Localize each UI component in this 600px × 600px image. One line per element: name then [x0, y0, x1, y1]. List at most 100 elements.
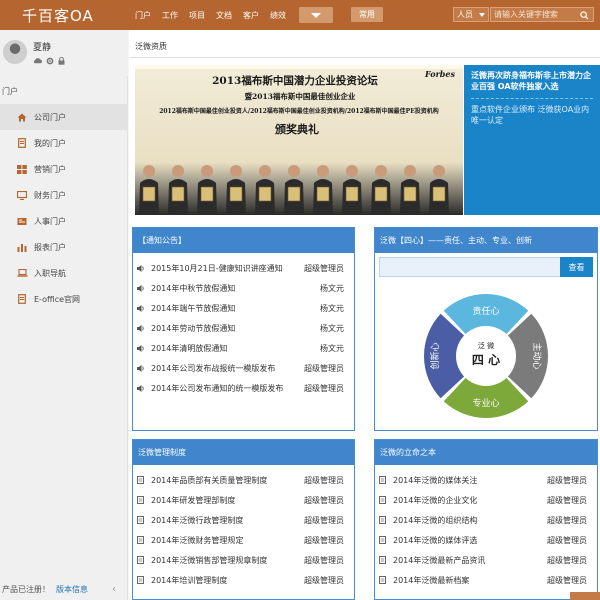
notice-title: 2014年公司发布战报统一模版发布	[151, 363, 276, 373]
people-icon	[16, 216, 28, 226]
person-head	[172, 165, 184, 177]
settings-icon[interactable]	[46, 57, 54, 65]
notice-title: 2014年中秋节放假通知	[151, 283, 236, 293]
sidebar-item-finance-portal[interactable]: 财务门户	[0, 182, 128, 208]
notice-author: 超级管理员	[304, 363, 344, 373]
document-icon	[379, 556, 391, 564]
nav-item-project[interactable]: 项目	[189, 10, 205, 21]
main-nav: 门户 工作 项目 文档 客户 绩效	[135, 0, 333, 30]
list-item[interactable]: 2014年公司发布通知的统一模版发布 超级管理员	[133, 378, 354, 398]
view-button[interactable]: 查看	[560, 257, 593, 277]
award-plaque	[403, 186, 417, 202]
notice-author: 杨文元	[320, 283, 344, 293]
app-logo[interactable]: 千百客OA	[22, 5, 94, 26]
list-item[interactable]: 2014年泛微的企业文化 超级管理员	[375, 490, 597, 510]
search-type-label: 人员	[457, 10, 473, 19]
banner-caption[interactable]: 泛微再次跻身福布斯非上市潜力企业百强 OA软件独家入选 重点软件企业颁布 泛微获…	[464, 65, 600, 215]
list-item[interactable]: 2014年中秋节放假通知 杨文元	[133, 278, 354, 298]
notice-author: 杨文元	[320, 303, 344, 313]
list-item[interactable]: 2014年泛微的媒体评选 超级管理员	[375, 530, 597, 550]
award-plaque	[258, 186, 272, 202]
nav-item-document[interactable]: 文档	[216, 10, 232, 21]
speaker-icon	[137, 304, 149, 312]
scroll-top-button[interactable]	[570, 592, 600, 600]
award-plaque	[142, 186, 156, 202]
nav-item-portal[interactable]: 门户	[135, 10, 151, 21]
main-content: 泛微资质 2013福布斯中国潜力企业投资论坛 Forbes 暨2013福布斯中国…	[129, 30, 600, 600]
search-icon[interactable]	[580, 11, 589, 20]
notice-panel-title: 【通知公告】	[133, 228, 354, 253]
sidebar-item-hr-portal[interactable]: 人事门户	[0, 208, 128, 234]
rule-author: 超级管理员	[304, 475, 344, 485]
foundation-author: 超级管理员	[547, 495, 587, 505]
sidebar-item-onboarding[interactable]: 入职导航	[0, 260, 128, 286]
sidebar-item-report-portal[interactable]: 报表门户	[0, 234, 128, 260]
award-plaque	[345, 186, 359, 202]
banner-carousel[interactable]: 2013福布斯中国潜力企业投资论坛 Forbes 暨2013福布斯中国最佳创业企…	[135, 65, 463, 215]
rule-title: 2014年泛微财务管理规定	[151, 535, 244, 545]
list-item[interactable]: 2014年劳动节放假通知 杨文元	[133, 318, 354, 338]
foundation-title: 2014年泛微的媒体关注	[393, 475, 478, 485]
list-item[interactable]: 2014年清明放假通知 杨文元	[133, 338, 354, 358]
list-item[interactable]: 2014年培训管理制度 超级管理员	[133, 570, 354, 590]
search-type-select[interactable]: 人员	[453, 7, 489, 22]
user-name[interactable]: 夏静	[33, 40, 51, 53]
award-plaque	[432, 186, 446, 202]
chevron-down-icon	[311, 12, 321, 18]
list-item[interactable]: 2014年泛微财务管理规定 超级管理员	[133, 530, 354, 550]
rules-list: 2014年品质部有关质量管理制度 超级管理员 2014年研发管理部制度 超级管理员 …	[133, 465, 354, 590]
list-item[interactable]: 2015年10月21日-健康知识讲座通知 超级管理员	[133, 258, 354, 278]
sidebar-item-eoffice-site[interactable]: E-office官网	[0, 286, 128, 312]
person-head	[259, 165, 271, 177]
collapse-arrow-icon[interactable]: ‹	[112, 584, 116, 595]
user-block: 夏静	[0, 30, 128, 76]
sidebar-item-marketing-portal[interactable]: 营销门户	[0, 156, 128, 182]
version-info-link[interactable]: 版本信息	[56, 584, 88, 595]
list-item[interactable]: 2014年泛微的组织结构 超级管理员	[375, 510, 597, 530]
sidebar-section-title: 门户	[2, 87, 18, 96]
lock-icon[interactable]	[58, 57, 65, 65]
search-input[interactable]: 请输入关键字搜索	[490, 7, 594, 22]
foundation-author: 超级管理员	[547, 475, 587, 485]
nav-more-button[interactable]	[299, 7, 333, 23]
list-item[interactable]: 2014年研发管理部制度 超级管理员	[133, 490, 354, 510]
list-item[interactable]: 2014年泛微的媒体关注 超级管理员	[375, 470, 597, 490]
nav-item-customer[interactable]: 客户	[243, 10, 259, 21]
cloud-icon[interactable]	[33, 57, 42, 64]
document-icon	[379, 496, 391, 504]
award-plaque	[316, 186, 330, 202]
award-plaque	[171, 186, 185, 202]
sidebar-item-label: E-office官网	[34, 294, 81, 304]
document-icon	[137, 556, 149, 564]
list-item[interactable]: 2014年泛微最新档案 超级管理员	[375, 570, 597, 590]
list-item[interactable]: 2014年端午节放假通知 杨文元	[133, 298, 354, 318]
document-icon	[137, 476, 149, 484]
person-head	[404, 165, 416, 177]
rule-author: 超级管理员	[304, 495, 344, 505]
chevron-down-icon	[479, 13, 485, 17]
rule-author: 超级管理员	[304, 555, 344, 565]
list-item[interactable]: 2014年公司发布战报统一模版发布 超级管理员	[133, 358, 354, 378]
common-button[interactable]: 常用	[351, 7, 383, 22]
nav-item-work[interactable]: 工作	[162, 10, 178, 21]
nav-item-performance[interactable]: 绩效	[270, 10, 286, 21]
document-icon	[379, 536, 391, 544]
list-item[interactable]: 2014年泛微销售部管理规章制度 超级管理员	[133, 550, 354, 570]
banner-line-4: 颁奖典礼	[275, 122, 319, 136]
foundation-author: 超级管理员	[547, 575, 587, 585]
foundation-author: 超级管理员	[547, 515, 587, 525]
document-icon	[379, 576, 391, 584]
foundation-title: 2014年泛微的媒体评选	[393, 535, 478, 545]
avatar[interactable]	[3, 40, 27, 64]
award-plaque	[374, 186, 388, 202]
list-item[interactable]: 2014年泛微最新产品资讯 超级管理员	[375, 550, 597, 570]
segment-left-label: 创新心	[429, 342, 441, 369]
document-icon	[137, 516, 149, 524]
list-item[interactable]: 2014年泛微行政管理制度 超级管理员	[133, 510, 354, 530]
registration-status: 产品已注册！	[2, 584, 50, 594]
document-icon	[137, 536, 149, 544]
sidebar-item-company-portal[interactable]: 公司门户	[0, 104, 128, 130]
list-item[interactable]: 2014年品质部有关质量管理制度 超级管理员	[133, 470, 354, 490]
speaker-icon	[137, 384, 149, 392]
sidebar-item-my-portal[interactable]: 我的门户	[0, 130, 128, 156]
